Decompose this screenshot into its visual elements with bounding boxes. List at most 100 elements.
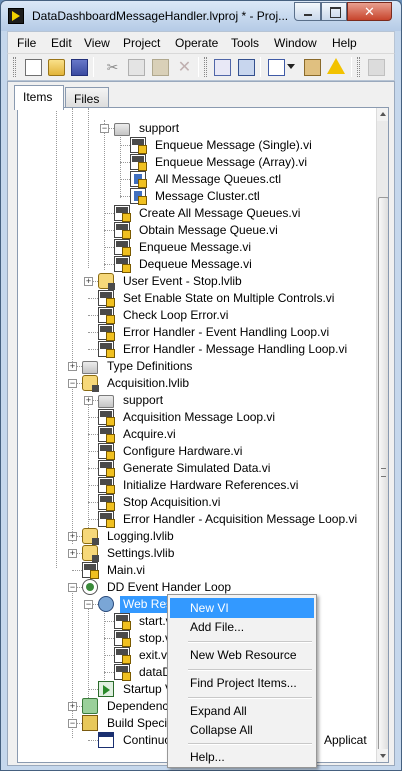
tree-item[interactable]: Generate Simulated Data.vi (18, 460, 376, 477)
collapse-toggle-icon[interactable]: − (68, 719, 77, 728)
menu-separator (188, 697, 312, 699)
menu-separator (188, 641, 312, 643)
tree-item[interactable]: − support (18, 120, 376, 137)
tree-connector (88, 485, 98, 486)
expand-toggle-icon[interactable]: + (68, 702, 77, 711)
menu-file[interactable]: File (17, 36, 36, 50)
vi-icon (98, 341, 115, 358)
help-menu-item[interactable]: Help... (170, 747, 314, 767)
new-vi-menu-item[interactable]: New VI (170, 598, 314, 618)
add-file-menu-item[interactable]: Add File... (170, 617, 314, 637)
tools-icon[interactable] (304, 59, 321, 76)
new-web-resource-menu-item[interactable]: New Web Resource (170, 645, 314, 665)
tree-item[interactable]: Main.vi (18, 562, 376, 579)
collapse-toggle-icon[interactable]: − (84, 600, 93, 609)
menu-edit[interactable]: Edit (51, 36, 72, 50)
toolbar-grip[interactable] (204, 57, 207, 77)
view-options-icon[interactable] (268, 59, 285, 76)
tree-item[interactable]: Error Handler - Acquisition Message Loop… (18, 511, 376, 528)
dependencies-icon (82, 698, 98, 714)
tree-item-label: All Message Queues.ctl (155, 172, 282, 186)
tree-item[interactable]: Acquire.vi (18, 426, 376, 443)
delete-icon[interactable]: ✕ (176, 59, 193, 76)
title-bar[interactable]: DataDashboardMessageHandler.lvproj * - P… (1, 1, 401, 31)
tree-item-label: Create All Message Queues.vi (139, 206, 301, 220)
collapse-toggle-icon[interactable]: − (68, 379, 77, 388)
library-icon (82, 545, 99, 562)
menu-window[interactable]: Window (274, 36, 317, 50)
expand-toggle-icon[interactable]: + (84, 277, 93, 286)
find-project-items-menu-item[interactable]: Find Project Items... (170, 673, 314, 693)
tree-connector (88, 740, 98, 741)
tree-item[interactable]: + Type Definitions (18, 358, 376, 375)
menu-view[interactable]: View (84, 36, 110, 50)
vi-icon (98, 409, 115, 426)
tab-files[interactable]: Files (65, 87, 109, 108)
paste-icon[interactable] (152, 59, 169, 76)
tree-item[interactable]: Check Loop Error.vi (18, 307, 376, 324)
tree-item[interactable]: All Message Queues.ctl (18, 171, 376, 188)
tree-item[interactable]: Dequeue Message.vi (18, 256, 376, 273)
menu-project[interactable]: Project (123, 36, 160, 50)
scroll-up-button[interactable] (377, 108, 388, 121)
tree-item[interactable]: + Settings.lvlib (18, 545, 376, 562)
tree-item[interactable]: Error Handler - Event Handling Loop.vi (18, 324, 376, 341)
tree-item-label: Logging.lvlib (107, 529, 174, 543)
tree-item[interactable]: + support (18, 392, 376, 409)
copy-icon[interactable] (128, 59, 145, 76)
tree-item-label: support (139, 121, 180, 135)
tree-item-label: Type Definitions (107, 359, 193, 373)
menu-tools[interactable]: Tools (231, 36, 259, 50)
tree-item[interactable]: + User Event - Stop.lvlib (18, 273, 376, 290)
collapse-toggle-icon[interactable]: − (100, 124, 109, 133)
tree-item[interactable]: Create All Message Queues.vi (18, 205, 376, 222)
minimize-button[interactable] (294, 2, 321, 21)
close-button[interactable]: ✕ (347, 2, 392, 21)
tree-item[interactable]: Message Cluster.ctl (18, 188, 376, 205)
new-file-icon[interactable] (25, 59, 42, 76)
collapse-icon[interactable] (368, 59, 385, 76)
tree-item[interactable]: + Logging.lvlib (18, 528, 376, 545)
tree-item[interactable]: Initialize Hardware References.vi (18, 477, 376, 494)
expand-toggle-icon[interactable]: + (68, 362, 77, 371)
tree-item[interactable]: Obtain Message Queue.vi (18, 222, 376, 239)
close-icon: ✕ (364, 4, 375, 19)
tree-item[interactable]: Error Handler - Message Handling Loop.vi (18, 341, 376, 358)
scroll-down-button[interactable] (377, 749, 388, 762)
toolbar-grip[interactable] (13, 57, 16, 77)
menu-help[interactable]: Help (332, 36, 357, 50)
startup-icon (98, 681, 114, 697)
tab-items[interactable]: Items (14, 85, 64, 110)
toolbar-separator (93, 57, 94, 77)
expand-toggle-icon[interactable]: + (84, 396, 93, 405)
tree-connector (88, 468, 98, 469)
tree-item[interactable]: Enqueue Message.vi (18, 239, 376, 256)
scrollbar-thumb[interactable] (378, 197, 388, 755)
cut-icon[interactable]: ✂ (104, 59, 121, 76)
chevron-down-icon[interactable] (287, 64, 295, 69)
tree-item[interactable]: − Acquisition.lvlib (18, 375, 376, 392)
expand-toggle-icon[interactable]: + (68, 532, 77, 541)
open-folder-icon[interactable] (48, 59, 65, 76)
warning-icon[interactable] (327, 58, 345, 74)
collapse-toggle-icon[interactable]: − (68, 583, 77, 592)
collapse-all-menu-item[interactable]: Collapse All (170, 720, 314, 740)
tree-item[interactable]: Enqueue Message (Array).vi (18, 154, 376, 171)
deploy-icon[interactable] (238, 59, 255, 76)
menu-separator (188, 743, 312, 745)
vi-icon (98, 477, 115, 494)
expand-toggle-icon[interactable]: + (68, 549, 77, 558)
tree-item[interactable]: Enqueue Message (Single).vi (18, 137, 376, 154)
save-all-icon[interactable] (71, 59, 88, 76)
tree-item[interactable]: Stop Acquisition.vi (18, 494, 376, 511)
tree-item[interactable]: Acquisition Message Loop.vi (18, 409, 376, 426)
expand-all-menu-item[interactable]: Expand All (170, 701, 314, 721)
tree-item[interactable]: Configure Hardware.vi (18, 443, 376, 460)
tree-item-label: Error Handler - Acquisition Message Loop… (123, 512, 358, 526)
menu-operate[interactable]: Operate (175, 36, 218, 50)
build-icon[interactable] (214, 59, 231, 76)
toolbar-grip[interactable] (357, 57, 360, 77)
maximize-button[interactable] (321, 2, 347, 21)
vertical-scrollbar[interactable] (376, 108, 388, 762)
tree-item[interactable]: Set Enable State on Multiple Controls.vi (18, 290, 376, 307)
